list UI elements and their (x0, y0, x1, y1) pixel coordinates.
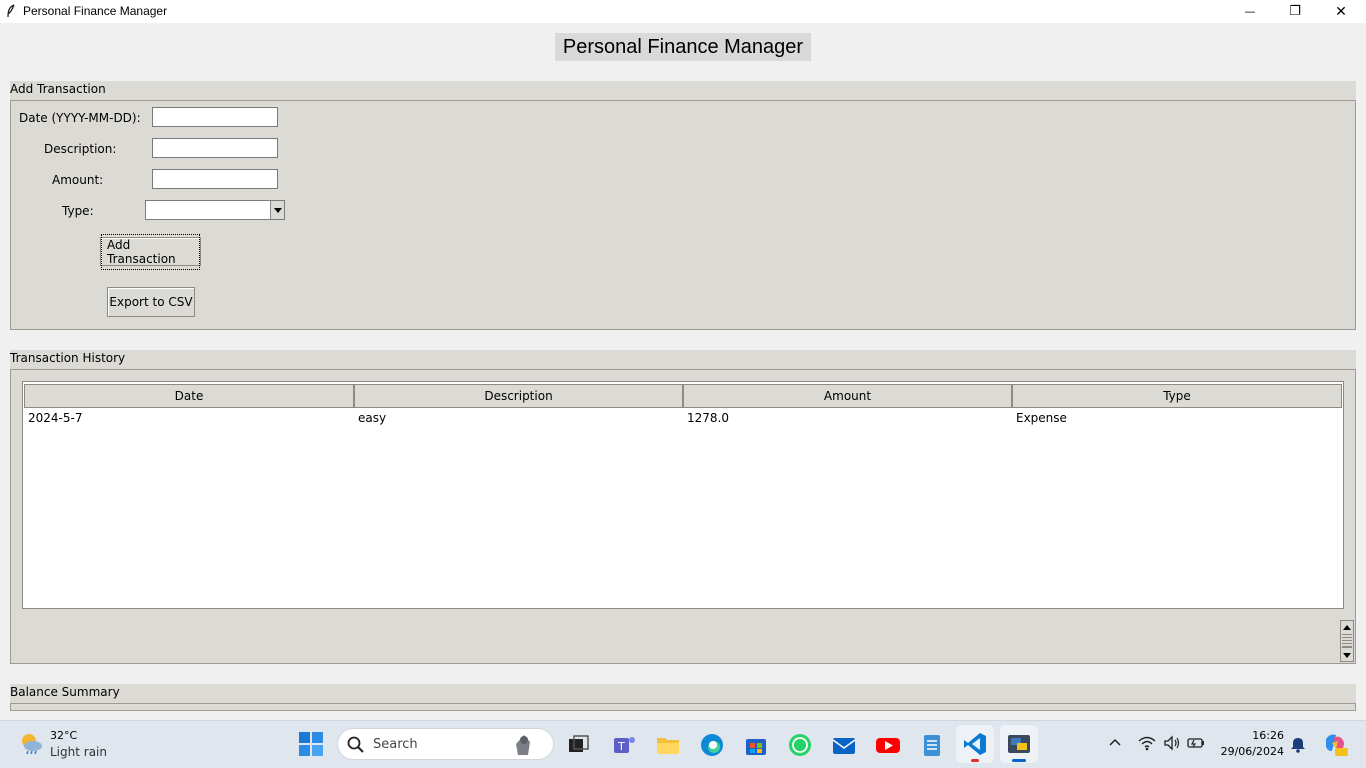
date-input[interactable] (152, 107, 278, 127)
vscode-taskbar-button[interactable] (956, 725, 994, 763)
add-transaction-button-label: Add Transaction (101, 233, 200, 270)
type-select[interactable] (145, 200, 285, 220)
feather-icon (6, 4, 16, 18)
chevron-down-icon[interactable] (270, 201, 284, 219)
notepad-icon[interactable] (919, 732, 945, 758)
clock-date[interactable]: 29/06/2024 (1218, 745, 1284, 758)
teams-icon[interactable]: T (611, 732, 637, 758)
minimize-button[interactable]: — (1227, 0, 1273, 23)
description-input[interactable] (152, 138, 278, 158)
balance-summary-frame-title: Balance Summary (10, 684, 1356, 703)
youtube-icon[interactable] (875, 732, 901, 758)
weather-icon[interactable] (18, 730, 44, 756)
edge-icon[interactable] (699, 732, 725, 758)
battery-icon[interactable] (1187, 736, 1205, 753)
svg-text:T: T (617, 740, 625, 753)
active-indicator (1012, 759, 1026, 762)
copilot-icon[interactable] (1322, 731, 1348, 760)
cell-description: easy (358, 411, 387, 425)
amount-input[interactable] (152, 169, 278, 189)
notification-bell-icon[interactable] (1290, 735, 1306, 756)
column-header-type[interactable]: Type (1012, 384, 1342, 408)
store-icon[interactable] (743, 732, 769, 758)
window-title: Personal Finance Manager (23, 4, 168, 18)
close-icon: ✕ (1335, 3, 1347, 20)
start-icon[interactable] (298, 731, 324, 757)
scroll-thumb[interactable] (1342, 634, 1352, 648)
description-label: Description: (44, 142, 117, 156)
taskbar-search-box[interactable]: Search (337, 728, 554, 760)
scroll-up-icon[interactable] (1341, 621, 1353, 633)
mail-icon[interactable] (831, 732, 857, 758)
vscode-icon (962, 731, 988, 760)
speaker-icon[interactable] (1163, 735, 1181, 754)
vertical-scrollbar[interactable] (1340, 620, 1354, 662)
app-heading: Personal Finance Manager (555, 33, 811, 61)
chevron-up-icon[interactable] (1108, 736, 1122, 753)
file-explorer-icon[interactable] (655, 732, 681, 758)
date-label: Date (YYYY-MM-DD): (19, 111, 141, 125)
clock-time[interactable]: 16:26 (1226, 729, 1284, 742)
export-csv-button[interactable]: Export to CSV (107, 287, 195, 317)
column-header-description[interactable]: Description (354, 384, 683, 408)
table-row[interactable]: 2024-5-7 easy 1278.0 Expense (24, 409, 1342, 429)
close-button[interactable]: ✕ (1318, 0, 1364, 23)
running-indicator (971, 759, 979, 762)
title-bar (0, 0, 1366, 23)
task-view-icon[interactable] (565, 732, 591, 758)
scroll-down-icon[interactable] (1341, 649, 1353, 661)
balance-summary-frame (10, 703, 1356, 711)
add-transaction-frame-title: Add Transaction (10, 81, 1356, 100)
python-taskbar-button[interactable] (1000, 725, 1038, 763)
add-transaction-button[interactable]: Add Transaction (100, 233, 201, 270)
column-header-amount[interactable]: Amount (683, 384, 1012, 408)
cell-date: 2024-5-7 (28, 411, 83, 425)
amount-label: Amount: (52, 173, 104, 187)
weather-description: Light rain (50, 745, 107, 759)
search-placeholder: Search (373, 737, 418, 752)
maximize-button[interactable]: ❐ (1272, 0, 1318, 23)
cell-type: Expense (1016, 411, 1067, 425)
python-app-icon (1006, 731, 1032, 760)
wifi-icon[interactable] (1138, 735, 1156, 754)
column-header-date[interactable]: Date (24, 384, 354, 408)
weather-temp: 32°C (50, 729, 78, 742)
whatsapp-icon[interactable] (787, 732, 813, 758)
cell-amount: 1278.0 (687, 411, 729, 425)
type-label: Type: (62, 204, 94, 218)
search-icon (347, 736, 365, 757)
minimize-icon: — (1244, 5, 1256, 18)
taskbar (0, 720, 1366, 768)
transaction-table[interactable]: Date Description Amount Type 2024-5-7 ea… (22, 381, 1344, 609)
search-highlight-icon (510, 732, 538, 758)
restore-icon: ❐ (1289, 4, 1301, 19)
transaction-history-frame-title: Transaction History (10, 350, 1356, 369)
